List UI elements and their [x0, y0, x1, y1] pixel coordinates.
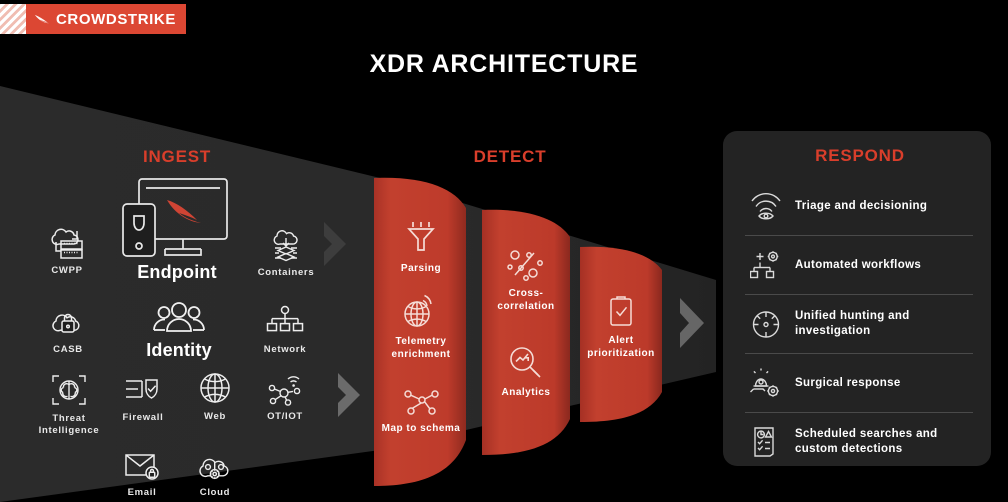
- ingest-item-label: CWPP: [51, 265, 83, 276]
- ingest-item-label: Threat Intelligence: [38, 413, 100, 436]
- funnel-item-label: Map to schema: [381, 423, 461, 434]
- ingest-item-network[interactable]: Network: [250, 305, 320, 356]
- respond-item-label: Scheduled searches and custom detections: [795, 428, 938, 455]
- ingest-item-containers[interactable]: Containers: [250, 224, 322, 279]
- arrow-ingest-row2: [334, 370, 364, 420]
- respond-item-label: Triage and decisioning: [795, 199, 928, 212]
- crowdstrike-logo[interactable]: CROWDSTRIKE: [0, 4, 186, 34]
- users-group-icon: [131, 300, 227, 340]
- detect-funnel-3[interactable]: Alert prioritization: [572, 242, 670, 427]
- ingest-item-email[interactable]: Email: [111, 452, 173, 499]
- ingest-item-label: Identity: [146, 340, 212, 360]
- cloud-server-icon: [32, 222, 102, 260]
- detect-funnel-2[interactable]: Cross-correlation Analytics: [474, 205, 578, 460]
- cloud-gear-icon: [184, 452, 246, 482]
- document-checklist-icon: [745, 426, 787, 458]
- siren-gear-icon: [745, 367, 787, 399]
- workflow-gear-icon: [745, 250, 787, 280]
- funnel-item-label: Alert prioritization: [587, 335, 655, 359]
- funnel-item-label: Telemetry enrichment: [391, 336, 451, 360]
- magnifier-chart-icon: [474, 345, 578, 379]
- funnel-item-label: Analytics: [501, 387, 551, 398]
- respond-item-triage[interactable]: Triage and decisioning: [745, 177, 975, 235]
- funnel-item-label: Cross-correlation: [497, 288, 555, 312]
- ingest-item-cloud[interactable]: Cloud: [184, 452, 246, 499]
- ingest-item-label: Firewall: [122, 412, 164, 423]
- ingest-item-firewall[interactable]: Firewall: [112, 373, 174, 424]
- ingest-item-label: Email: [127, 487, 157, 498]
- detect-funnel-1[interactable]: Parsing Telemetry enrichment Map to sche…: [366, 172, 476, 492]
- ingest-item-endpoint[interactable]: Endpoint: [112, 176, 242, 282]
- cloud-containers-icon: [250, 224, 322, 262]
- iot-nodes-wifi-icon: [252, 368, 318, 406]
- ingest-item-web[interactable]: Web: [184, 370, 246, 423]
- firewall-shield-icon: [112, 373, 174, 407]
- respond-panel: Triage and decisioning Automated workflo…: [723, 131, 991, 466]
- section-heading-detect: DETECT: [473, 147, 547, 166]
- ingest-item-identity[interactable]: Identity: [131, 300, 227, 360]
- node-map-icon: [366, 387, 476, 417]
- page-title: XDR ARCHITECTURE: [369, 50, 639, 78]
- ingest-item-ot-iot[interactable]: OT/IOT: [252, 368, 318, 423]
- ingest-item-label: OT/IOT: [267, 411, 303, 422]
- respond-item-label: Automated workflows: [795, 258, 922, 271]
- logo-stripe-pattern: [0, 4, 26, 34]
- globe-signal-icon: [366, 294, 476, 330]
- cloud-lock-icon: [34, 305, 102, 339]
- section-heading-ingest: INGEST: [142, 147, 212, 166]
- email-lock-icon: [111, 452, 173, 482]
- respond-item-unified-hunting[interactable]: Unified hunting and investigation: [745, 295, 975, 353]
- respond-item-scheduled-searches[interactable]: Scheduled searches and custom detections: [745, 413, 975, 471]
- arrow-ingest-row1: [320, 219, 350, 269]
- ingest-item-label: Web: [204, 411, 226, 422]
- network-tree-icon: [250, 305, 320, 339]
- ingest-item-threat-intelligence[interactable]: Threat Intelligence: [28, 372, 110, 437]
- respond-list: Triage and decisioning Automated workflo…: [745, 177, 975, 471]
- brain-scan-icon: [28, 372, 110, 408]
- ingest-item-label: CASB: [53, 344, 83, 355]
- ingest-item-label: Containers: [257, 267, 315, 278]
- funnel-icon: [366, 220, 476, 252]
- crosshair-icon: [745, 309, 787, 339]
- respond-item-label: Surgical response: [795, 376, 901, 389]
- section-heading-respond: RESPOND: [815, 146, 905, 165]
- ingest-item-casb[interactable]: CASB: [34, 305, 102, 356]
- ingest-item-label: Cloud: [199, 487, 231, 498]
- xdr-architecture-slide: CROWDSTRIKE XDR ARCHITECTURE INGEST DETE…: [0, 0, 1008, 502]
- ingest-item-cwpp[interactable]: CWPP: [32, 222, 102, 277]
- respond-item-surgical-response[interactable]: Surgical response: [745, 354, 975, 412]
- ingest-item-label: Network: [263, 344, 307, 355]
- clipboard-check-icon: [572, 294, 670, 328]
- arrow-detect-to-respond: [676, 295, 708, 351]
- globe-icon: [184, 370, 246, 406]
- logo-badge: CROWDSTRIKE: [26, 4, 186, 34]
- ingest-item-label: Endpoint: [137, 262, 217, 282]
- logo-text: CROWDSTRIKE: [56, 10, 176, 28]
- desktop-mobile-falcon-icon: [112, 176, 242, 262]
- signal-eye-icon: [745, 191, 787, 221]
- falcon-wing-icon: [34, 14, 49, 24]
- percent-scatter-icon: [474, 247, 578, 281]
- respond-item-automated-workflows[interactable]: Automated workflows: [745, 236, 975, 294]
- funnel-item-label: Parsing: [400, 263, 442, 274]
- respond-item-label: Unified hunting and investigation: [795, 310, 910, 337]
